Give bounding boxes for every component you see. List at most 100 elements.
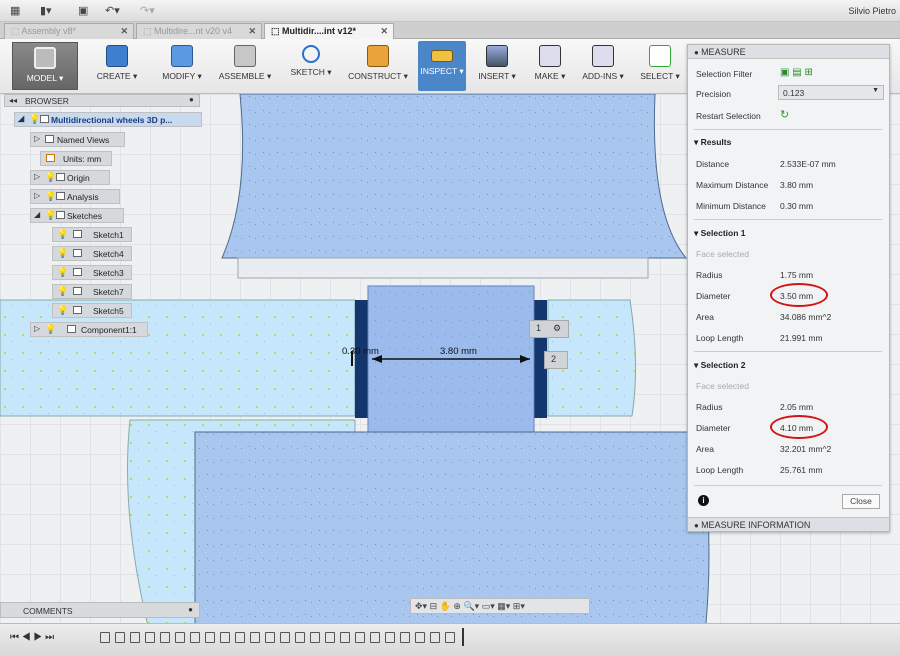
save-icon[interactable]: ▣ bbox=[78, 4, 88, 17]
restart-selection-icon[interactable]: ↻ bbox=[780, 108, 789, 121]
workspace-model-button[interactable]: MODEL ▾ bbox=[12, 42, 78, 90]
visibility-bulb-icon[interactable]: 💡 bbox=[57, 305, 68, 316]
timeline-feature-icon[interactable] bbox=[265, 632, 275, 643]
tree-item-sketch1[interactable]: 💡 Sketch1 bbox=[52, 227, 132, 242]
pan-icon[interactable]: ✋ bbox=[440, 601, 451, 611]
expand-icon[interactable]: ▷ bbox=[34, 134, 40, 143]
timeline-feature-icon[interactable] bbox=[250, 632, 260, 643]
tree-item-sketches[interactable]: ◢ 💡 Sketches bbox=[30, 208, 124, 223]
timeline-feature-icon[interactable] bbox=[205, 632, 215, 643]
tree-item-component1[interactable]: ▷ 💡 Component1:1 bbox=[30, 322, 148, 337]
orbit-icon[interactable]: ✥▾ bbox=[415, 601, 427, 611]
tab-multidirectional-v20[interactable]: ⬚ Multidire...nt v20 v4 ✕ bbox=[136, 23, 262, 39]
tree-item-sketch7[interactable]: 💡 Sketch7 bbox=[52, 284, 132, 299]
timeline-feature-icon[interactable] bbox=[295, 632, 305, 643]
expand-icon[interactable]: ▷ bbox=[34, 324, 40, 333]
close-tab-icon[interactable]: ✕ bbox=[248, 26, 256, 37]
collapse-icon[interactable]: ◂◂ bbox=[9, 96, 17, 105]
browser-header[interactable]: ◂◂ BROWSER ● bbox=[4, 94, 200, 107]
selection-marker-2[interactable]: 2 bbox=[544, 351, 568, 369]
timeline-marker[interactable] bbox=[462, 628, 464, 646]
app-grid-icon[interactable]: ▦ bbox=[10, 4, 20, 17]
timeline-feature-icon[interactable] bbox=[430, 632, 440, 643]
look-at-icon[interactable]: ⊟ bbox=[430, 601, 438, 611]
tree-item-analysis[interactable]: ▷ 💡 Analysis bbox=[30, 189, 120, 204]
user-name[interactable]: Silvio Pietro bbox=[848, 6, 896, 16]
results-header[interactable]: ▾ Results bbox=[694, 137, 731, 148]
select-menu[interactable]: SELECT ▾ bbox=[638, 41, 682, 91]
timeline-feature-icon[interactable] bbox=[325, 632, 335, 643]
redo-icon[interactable]: ↷▾ bbox=[140, 4, 155, 17]
tree-item-sketch5[interactable]: 💡 Sketch5 bbox=[52, 303, 132, 318]
timeline-feature-icon[interactable] bbox=[100, 632, 110, 643]
file-menu-icon[interactable]: ▮▾ bbox=[40, 4, 52, 17]
make-menu[interactable]: MAKE ▾ bbox=[532, 41, 568, 91]
visibility-bulb-icon[interactable]: 💡 bbox=[57, 248, 68, 259]
pin-icon[interactable]: ● bbox=[188, 605, 193, 614]
display-settings-icon[interactable]: ▭▾ bbox=[482, 601, 495, 611]
timeline-feature-icon[interactable] bbox=[130, 632, 140, 643]
close-tab-icon[interactable]: ✕ bbox=[380, 26, 388, 37]
addins-menu[interactable]: ADD-INS ▾ bbox=[580, 41, 626, 91]
timeline-feature-icon[interactable] bbox=[190, 632, 200, 643]
zoom-window-icon[interactable]: 🔍▾ bbox=[463, 601, 479, 611]
tree-item-origin[interactable]: ▷ 💡 Origin bbox=[30, 170, 110, 185]
selection2-header[interactable]: ▾ Selection 2 bbox=[694, 360, 746, 371]
collapse-dot-icon[interactable]: ● bbox=[694, 48, 701, 57]
inspect-menu[interactable]: INSPECT ▾ bbox=[418, 41, 466, 91]
comments-bar[interactable]: COMMENTS ● bbox=[0, 602, 200, 618]
zoom-icon[interactable]: ⊕ bbox=[453, 601, 461, 611]
timeline-feature-icon[interactable] bbox=[355, 632, 365, 643]
assemble-menu[interactable]: ASSEMBLE ▾ bbox=[216, 41, 274, 91]
tree-item-sketch4[interactable]: 💡 Sketch4 bbox=[52, 246, 132, 261]
construct-menu[interactable]: CONSTRUCT ▾ bbox=[344, 41, 412, 91]
timeline-feature-icon[interactable] bbox=[145, 632, 155, 643]
timeline-feature-icon[interactable] bbox=[445, 632, 455, 643]
timeline-feature-icon[interactable] bbox=[370, 632, 380, 643]
visibility-bulb-icon[interactable]: 💡 bbox=[57, 229, 68, 240]
selection-marker-1[interactable]: 1 ⚙ bbox=[529, 320, 569, 338]
expand-icon[interactable]: ◢ bbox=[18, 114, 24, 123]
timeline-feature-icon[interactable] bbox=[115, 632, 125, 643]
insert-menu[interactable]: INSERT ▾ bbox=[478, 41, 516, 91]
create-menu[interactable]: CREATE ▾ bbox=[92, 41, 142, 91]
grid-settings-icon[interactable]: ▦▾ bbox=[497, 601, 510, 611]
timeline-feature-icon[interactable] bbox=[385, 632, 395, 643]
undo-icon[interactable]: ↶▾ bbox=[105, 4, 120, 17]
selection1-header[interactable]: ▾ Selection 1 bbox=[694, 228, 746, 239]
close-tab-icon[interactable]: ✕ bbox=[120, 26, 128, 37]
timeline-feature-icon[interactable] bbox=[235, 632, 245, 643]
viewports-icon[interactable]: ⊞▾ bbox=[513, 601, 525, 611]
tree-item-units[interactable]: Units: mm bbox=[40, 151, 112, 166]
close-button[interactable]: Close bbox=[842, 494, 880, 509]
collapse-dot-icon[interactable]: ● bbox=[694, 521, 701, 530]
precision-select[interactable]: 0.123 ▼ bbox=[778, 85, 884, 100]
timeline-feature-icon[interactable] bbox=[175, 632, 185, 643]
expand-icon[interactable]: ▷ bbox=[34, 191, 40, 200]
timeline-playback-controls[interactable]: ⏮ ◀ ▶ ⏭ bbox=[10, 632, 54, 643]
browser-root[interactable]: ◢ 💡 Multidirectional wheels 3D p... bbox=[14, 112, 202, 127]
measure-information-header[interactable]: ● MEASURE INFORMATION bbox=[688, 517, 889, 531]
tree-item-sketch3[interactable]: 💡 Sketch3 bbox=[52, 265, 132, 280]
visibility-bulb-icon[interactable]: 💡 bbox=[29, 114, 40, 125]
timeline-feature-icon[interactable] bbox=[400, 632, 410, 643]
pin-icon[interactable]: ● bbox=[189, 95, 194, 104]
visibility-bulb-icon[interactable]: 💡 bbox=[57, 286, 68, 297]
timeline-feature-icon[interactable] bbox=[220, 632, 230, 643]
gear-icon[interactable]: ⚙ bbox=[553, 323, 561, 333]
modify-menu[interactable]: MODIFY ▾ bbox=[160, 41, 204, 91]
tab-assembly[interactable]: ⬚ Assembly v8* ✕ bbox=[4, 23, 134, 39]
visibility-bulb-icon[interactable]: 💡 bbox=[45, 324, 56, 335]
timeline-feature-icon[interactable] bbox=[310, 632, 320, 643]
measure-header[interactable]: ● MEASURE bbox=[688, 45, 889, 59]
timeline-feature-icon[interactable] bbox=[340, 632, 350, 643]
timeline-feature-icon[interactable] bbox=[415, 632, 425, 643]
tab-multidirectional-v12[interactable]: ⬚ Multidir....int v12* ✕ bbox=[264, 23, 394, 40]
timeline-feature-icon[interactable] bbox=[280, 632, 290, 643]
timeline-feature-icon[interactable] bbox=[160, 632, 170, 643]
selection-filter-icons[interactable]: ▣ ▤ ⊞ bbox=[780, 67, 813, 78]
visibility-bulb-icon[interactable]: 💡 bbox=[57, 267, 68, 278]
tree-item-named-views[interactable]: ▷ Named Views bbox=[30, 132, 125, 147]
visibility-bulb-icon[interactable]: 💡 bbox=[45, 172, 56, 183]
visibility-bulb-icon[interactable]: 💡 bbox=[45, 191, 56, 202]
